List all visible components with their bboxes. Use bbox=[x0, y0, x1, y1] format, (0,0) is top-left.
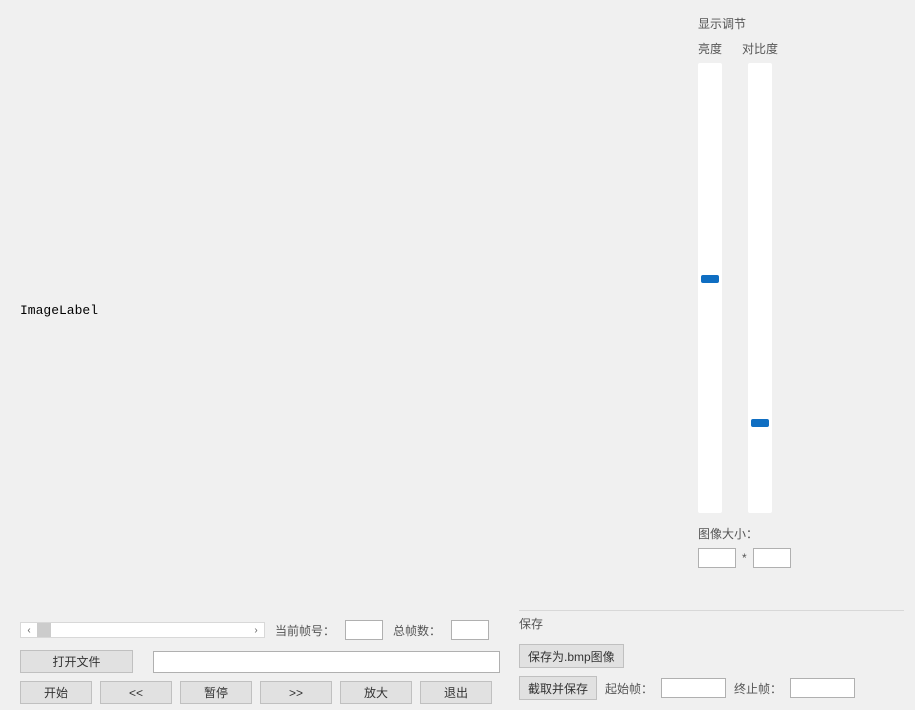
end-frame-input[interactable] bbox=[790, 678, 855, 698]
frame-scrollbar[interactable]: ‹ › bbox=[20, 622, 265, 638]
save-bmp-button[interactable]: 保存为.bmp图像 bbox=[519, 644, 624, 668]
current-frame-label: 当前帧号： bbox=[275, 622, 335, 639]
brightness-slider-thumb[interactable] bbox=[701, 275, 719, 283]
scroll-thumb[interactable] bbox=[37, 623, 51, 637]
image-size-label: 图像大小： bbox=[698, 527, 758, 541]
save-panel-title: 保存 bbox=[519, 615, 904, 632]
save-panel: 保存 保存为.bmp图像 截取并保存 起始帧： 终止帧： bbox=[519, 610, 904, 708]
contrast-label: 对比度 bbox=[742, 40, 778, 57]
total-frames-label: 总帧数： bbox=[393, 622, 441, 639]
scroll-track[interactable] bbox=[37, 623, 248, 637]
file-path-input[interactable] bbox=[153, 651, 500, 673]
zoom-button[interactable]: 放大 bbox=[340, 681, 412, 704]
image-size-separator: * bbox=[742, 551, 747, 565]
contrast-group: 对比度 bbox=[742, 40, 778, 513]
start-frame-label: 起始帧： bbox=[605, 680, 653, 697]
image-label: ImageLabel bbox=[20, 303, 98, 318]
total-frames-input[interactable] bbox=[451, 620, 489, 640]
image-display-area: ImageLabel bbox=[10, 10, 680, 590]
start-button[interactable]: 开始 bbox=[20, 681, 92, 704]
open-file-button[interactable]: 打开文件 bbox=[20, 650, 133, 673]
display-adjust-panel: 显示调节 亮度 对比度 图像大小： * bbox=[698, 15, 898, 568]
end-frame-label: 终止帧： bbox=[734, 680, 782, 697]
brightness-slider[interactable] bbox=[698, 63, 722, 513]
brightness-group: 亮度 bbox=[698, 40, 722, 513]
scroll-left-arrow[interactable]: ‹ bbox=[21, 623, 37, 637]
current-frame-input[interactable] bbox=[345, 620, 383, 640]
pause-button[interactable]: 暂停 bbox=[180, 681, 252, 704]
image-width-input[interactable] bbox=[698, 548, 736, 568]
display-adjust-title: 显示调节 bbox=[698, 15, 898, 32]
brightness-label: 亮度 bbox=[698, 40, 722, 57]
image-height-input[interactable] bbox=[753, 548, 791, 568]
contrast-slider-thumb[interactable] bbox=[751, 419, 769, 427]
playback-panel: ‹ › 当前帧号： 总帧数： 打开文件 开始 << 暂停 >> 放大 退出 bbox=[20, 620, 500, 704]
contrast-slider[interactable] bbox=[748, 63, 772, 513]
prev-button[interactable]: << bbox=[100, 681, 172, 704]
scroll-right-arrow[interactable]: › bbox=[248, 623, 264, 637]
exit-button[interactable]: 退出 bbox=[420, 681, 492, 704]
clip-save-button[interactable]: 截取并保存 bbox=[519, 676, 597, 700]
next-button[interactable]: >> bbox=[260, 681, 332, 704]
start-frame-input[interactable] bbox=[661, 678, 726, 698]
